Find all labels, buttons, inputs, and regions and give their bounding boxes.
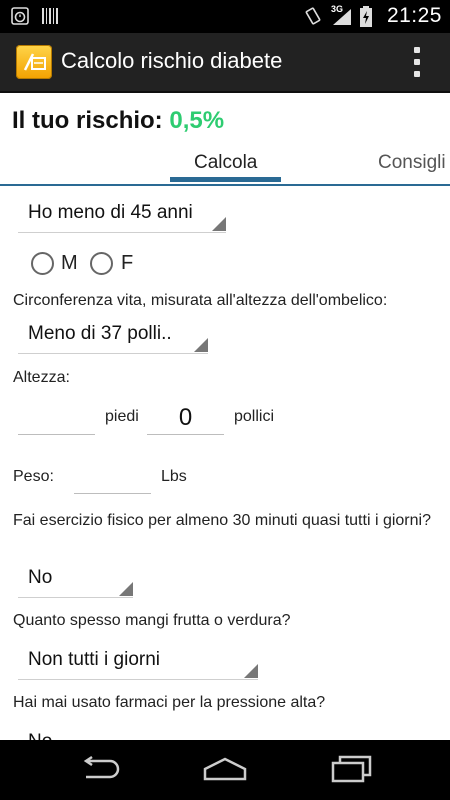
fruit-select-value: Non tutti i giorni	[28, 649, 161, 670]
back-icon[interactable]	[78, 755, 122, 788]
status-bar: 3G 21:25	[0, 0, 450, 33]
height-feet-input[interactable]	[18, 404, 95, 435]
radio-f[interactable]	[90, 252, 113, 275]
recent-apps-icon[interactable]	[330, 755, 374, 788]
risk-heading: Il tuo rischio: 0,5%	[12, 107, 224, 135]
height-inches-value: 0	[178, 404, 193, 431]
weight-unit: Lbs	[161, 468, 187, 485]
app-title: Calcolo rischio diabete	[61, 48, 283, 73]
vibrate-icon	[303, 6, 323, 26]
radio-f-label[interactable]: F	[121, 252, 133, 275]
weight-label: Peso:	[13, 468, 54, 485]
alarm-icon	[10, 6, 30, 26]
dropdown-arrow-icon	[119, 582, 133, 596]
risk-label: Il tuo rischio:	[12, 107, 163, 134]
signal-icon: 3G	[330, 4, 351, 26]
waist-select[interactable]: Meno di 37 polli..	[18, 317, 208, 354]
height-inches-input[interactable]: 0	[147, 404, 224, 435]
age-select-value: Ho meno di 45 anni	[28, 202, 193, 223]
fruit-select[interactable]: Non tutti i giorni	[18, 643, 258, 680]
action-bar: Calcolo rischio diabete	[0, 33, 450, 93]
tab-consigli[interactable]: Consigli	[378, 152, 446, 174]
radio-m-label[interactable]: M	[61, 252, 78, 275]
waist-label: Circonferenza vita, misurata all'altezza…	[13, 292, 388, 309]
age-select[interactable]: Ho meno di 45 anni	[18, 196, 226, 233]
dropdown-arrow-icon	[194, 338, 208, 352]
fruit-label: Quanto spesso mangi frutta o verdura?	[13, 612, 291, 629]
overflow-menu-icon[interactable]	[414, 47, 422, 77]
battery-charging-icon	[359, 6, 379, 27]
tab-selected-indicator	[170, 177, 281, 182]
navigation-bar	[0, 740, 450, 800]
tab-bar: Calcola Consigli	[0, 148, 450, 186]
dropdown-arrow-icon	[244, 664, 258, 678]
waist-select-value: Meno di 37 polli..	[28, 323, 172, 344]
status-clock: 21:25	[386, 4, 442, 27]
bp-meds-label: Hai mai usato farmaci per la pressione a…	[13, 694, 326, 711]
height-feet-unit: piedi	[105, 408, 139, 425]
home-icon[interactable]	[201, 755, 249, 788]
risk-value: 0,5%	[169, 107, 225, 134]
app-logo-icon[interactable]	[16, 45, 52, 79]
radio-m[interactable]	[31, 252, 54, 275]
height-inches-unit: pollici	[234, 408, 275, 425]
exercise-select-value: No	[28, 567, 53, 588]
height-label: Altezza:	[13, 369, 70, 386]
barcode-icon	[40, 6, 60, 26]
exercise-label: Fai esercizio fisico per almeno 30 minut…	[13, 512, 431, 529]
dropdown-arrow-icon	[212, 217, 226, 231]
tab-calcola[interactable]: Calcola	[194, 152, 257, 174]
exercise-select[interactable]: No	[18, 561, 133, 598]
network-type-label: 3G	[330, 4, 343, 14]
weight-input[interactable]	[74, 463, 151, 494]
